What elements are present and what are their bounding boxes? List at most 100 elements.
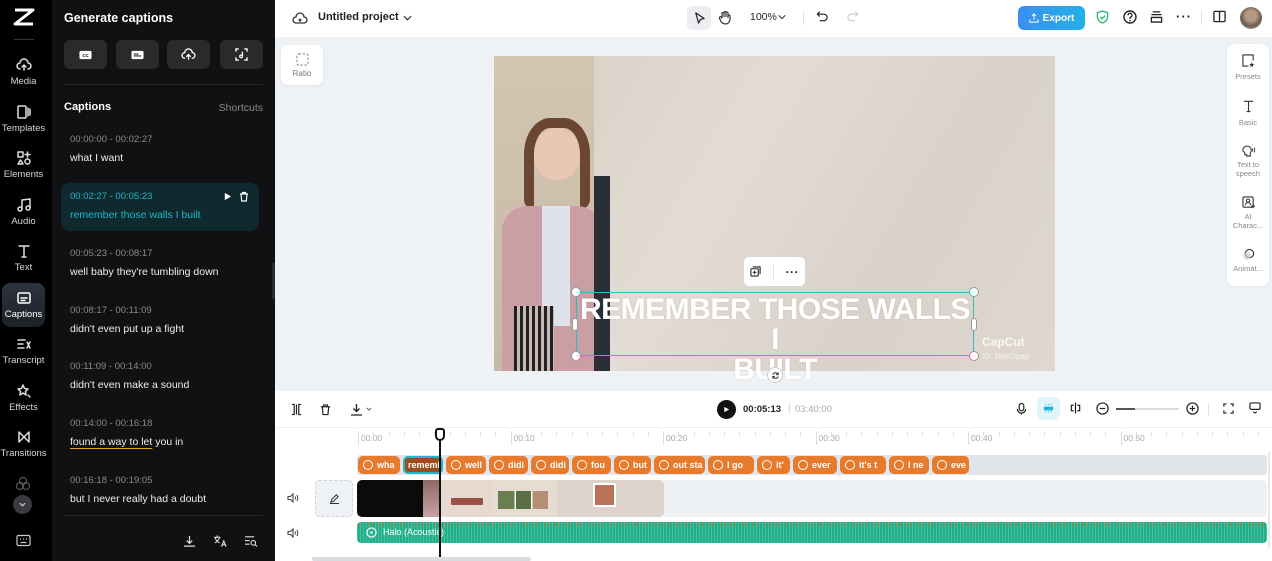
chevron-down-icon[interactable] — [778, 14, 786, 20]
caption-item[interactable]: 00:05:23 - 00:08:17 well baby they're tu… — [61, 240, 259, 288]
mute-video-icon[interactable] — [287, 493, 299, 503]
audio-clip[interactable]: Halo (Acoustic) — [357, 522, 1267, 543]
rail-item-captions[interactable]: Captions — [2, 283, 45, 327]
zoom-in-icon[interactable] — [1186, 402, 1199, 415]
caption-item[interactable]: 00:00:00 - 00:02:27 what I want — [61, 126, 259, 174]
upload-captions-button[interactable] — [167, 40, 210, 69]
select-tool-button[interactable] — [687, 6, 711, 30]
caption-chip[interactable]: out sta — [654, 456, 705, 474]
caption-chip[interactable]: I go — [708, 456, 754, 474]
cover-edit-button[interactable] — [315, 480, 353, 517]
caption-chip[interactable]: well — [446, 456, 486, 474]
rail-item-text[interactable]: Text — [2, 236, 45, 280]
timeline-scrollbar[interactable] — [312, 557, 531, 561]
caption-chip[interactable]: ever — [793, 456, 837, 474]
auto-snap-toggle[interactable] — [1037, 397, 1060, 420]
shield-check-icon[interactable] — [1096, 10, 1109, 24]
resize-handle[interactable] — [571, 351, 581, 361]
properties-text-to-speech[interactable]: Text to speech — [1227, 144, 1269, 178]
rail-item-templates[interactable]: Templates — [2, 97, 45, 141]
zoom-out-icon[interactable] — [1096, 402, 1109, 415]
resize-handle[interactable] — [971, 318, 977, 331]
subtitle-button[interactable] — [116, 40, 159, 69]
caption-chip[interactable]: eve — [932, 456, 969, 474]
vertical-scrollbar[interactable] — [1268, 452, 1270, 548]
filters-icon[interactable] — [14, 476, 32, 492]
caption-chip[interactable]: didi — [489, 456, 528, 474]
duplicate-icon[interactable] — [750, 266, 761, 277]
redo-icon[interactable] — [846, 10, 859, 23]
download-icon[interactable] — [183, 535, 196, 548]
rail-item-media[interactable]: Media — [2, 50, 45, 94]
rail-item-elements[interactable]: Elements — [2, 143, 45, 187]
stack-layers-icon[interactable] — [1150, 10, 1163, 23]
rotate-handle[interactable] — [767, 367, 783, 383]
rail-item-audio[interactable]: Audio — [2, 190, 45, 234]
properties-animation[interactable]: Animat... — [1227, 248, 1269, 273]
keyboard-icon[interactable] — [16, 534, 31, 547]
split-icon[interactable] — [291, 403, 302, 416]
caption-chip[interactable]: fou — [572, 456, 611, 474]
caption-chip[interactable]: didi — [531, 456, 569, 474]
rail-item-transcript[interactable]: Transcript — [2, 329, 45, 373]
timeline-zoom-slider[interactable] — [1116, 408, 1179, 410]
play-icon[interactable] — [223, 192, 232, 201]
caption-text-box[interactable]: REMEMBER THOSE WALLS I BUILT — [576, 292, 974, 385]
delete-icon[interactable] — [320, 403, 331, 416]
zoom-select[interactable]: 100% — [750, 11, 777, 23]
undo-icon[interactable] — [816, 10, 829, 23]
mute-audio-icon[interactable] — [287, 528, 299, 538]
auto-captions-button[interactable]: cc — [64, 40, 107, 69]
help-icon[interactable] — [1123, 10, 1137, 24]
hand-tool-icon[interactable] — [718, 10, 732, 25]
properties-ai-character[interactable]: AI Charac... — [1227, 196, 1269, 230]
translate-icon[interactable] — [213, 534, 228, 548]
properties-basic[interactable]: Basic — [1227, 99, 1269, 127]
project-name[interactable]: Untitled project — [318, 11, 399, 23]
resize-handle[interactable] — [969, 287, 979, 297]
caption-item-active[interactable]: 00:02:27 - 00:05:23 remember those walls… — [61, 183, 259, 231]
more-menu-icon[interactable]: ··· — [1176, 9, 1192, 24]
chevron-down-icon[interactable] — [366, 407, 372, 411]
caption-chip[interactable]: I ne — [889, 456, 929, 474]
export-button[interactable]: Export — [1018, 6, 1085, 30]
caption-item[interactable]: 00:08:17 - 00:11:09 didn't even put up a… — [61, 297, 259, 345]
delete-icon[interactable] — [239, 191, 249, 202]
rail-item-effects[interactable]: Effects — [2, 376, 45, 420]
caption-chip[interactable]: it' — [757, 456, 790, 474]
caption-item[interactable]: 00:14:00 - 00:16:18 found a way to let y… — [61, 410, 259, 458]
avatar[interactable] — [1240, 7, 1262, 29]
chevron-down-icon[interactable] — [403, 15, 412, 21]
properties-presets[interactable]: Presets — [1227, 54, 1269, 81]
layout-panel-icon[interactable] — [1213, 10, 1226, 23]
fullscreen-icon[interactable] — [1223, 403, 1234, 414]
ruler-major-tick — [358, 431, 359, 445]
shortcuts-link[interactable]: Shortcuts — [219, 102, 263, 114]
resize-handle[interactable] — [571, 287, 581, 297]
text-to-speech-icon — [1241, 145, 1255, 157]
microphone-icon[interactable] — [1016, 402, 1027, 416]
playhead[interactable] — [439, 437, 441, 561]
download-icon[interactable] — [350, 403, 363, 416]
caption-item[interactable]: 00:16:18 - 00:19:05 but I never really h… — [61, 467, 259, 515]
playhead-handle[interactable] — [435, 428, 445, 441]
caption-chip[interactable]: it's t — [840, 456, 886, 474]
caption-item[interactable]: 00:11:09 - 00:14:00 didn't even make a s… — [61, 353, 259, 401]
caption-chip-selected[interactable]: rememl — [403, 456, 443, 474]
caption-chip[interactable]: but — [614, 456, 651, 474]
capcut-logo-icon[interactable] — [13, 8, 35, 26]
link-clips-icon[interactable] — [1069, 402, 1082, 414]
video-clip[interactable] — [357, 480, 664, 517]
ruler-minor-tick — [449, 432, 451, 436]
preview-monitor-icon[interactable] — [1249, 402, 1261, 414]
play-button[interactable] — [717, 400, 736, 419]
rail-item-transitions[interactable]: Transitions — [0, 422, 47, 466]
resize-handle[interactable] — [572, 318, 578, 331]
ratio-button[interactable]: Ratio — [281, 45, 323, 85]
search-list-icon[interactable] — [244, 535, 258, 547]
expand-more-button[interactable] — [13, 495, 32, 514]
more-options-icon[interactable]: ··· — [786, 265, 800, 279]
scan-lyrics-button[interactable] — [220, 40, 263, 69]
caption-chip[interactable]: wha — [358, 456, 400, 474]
resize-handle[interactable] — [969, 351, 979, 361]
